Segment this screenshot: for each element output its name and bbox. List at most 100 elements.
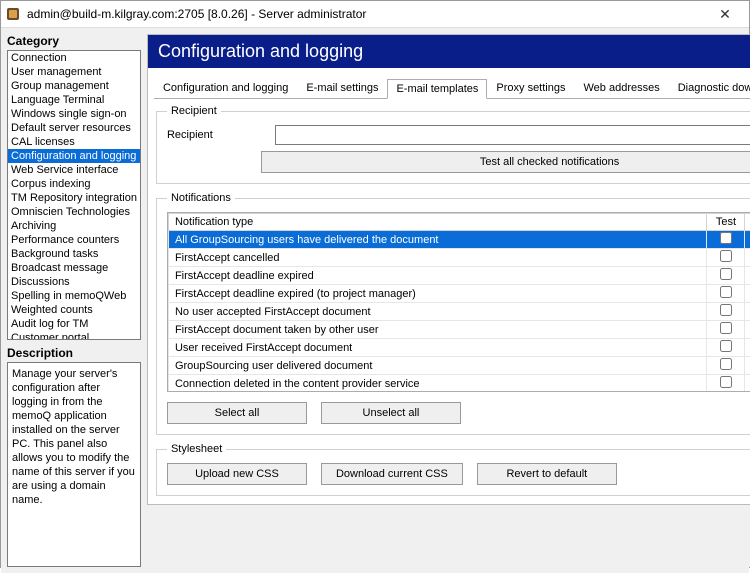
bottom-bar-save: Save	[147, 505, 750, 539]
table-row[interactable]: No user accepted FirstAccept documentEdi…	[168, 303, 750, 321]
select-all-button[interactable]: Select all	[167, 402, 307, 424]
tab-proxy-settings[interactable]: Proxy settings	[487, 78, 574, 98]
notification-test-checkbox[interactable]	[720, 376, 732, 388]
notification-name: Connection deleted in the content provid…	[168, 375, 707, 392]
category-item[interactable]: TM Repository integration	[8, 191, 140, 205]
description-group: Description Manage your server's configu…	[7, 346, 141, 567]
category-list[interactable]: ConnectionUser managementGroup managemen…	[7, 50, 141, 340]
notification-name: GroupSourcing user delivered document	[168, 357, 707, 375]
body: Category ConnectionUser managementGroup …	[1, 28, 749, 573]
category-item[interactable]: Corpus indexing	[8, 177, 140, 191]
tab-web-addresses[interactable]: Web addresses	[574, 78, 668, 98]
notification-test-checkbox[interactable]	[720, 304, 732, 316]
category-group: Category ConnectionUser managementGroup …	[7, 34, 141, 340]
notification-test-checkbox-cell	[707, 303, 745, 321]
upload-css-button[interactable]: Upload new CSS	[167, 463, 307, 485]
category-item[interactable]: Archiving	[8, 219, 140, 233]
notification-name: User received FirstAccept document	[168, 339, 707, 357]
table-row[interactable]: FirstAccept cancelledEditTest	[168, 249, 750, 267]
category-item[interactable]: User management	[8, 65, 140, 79]
category-item[interactable]: Discussions	[8, 275, 140, 289]
notification-test-checkbox[interactable]	[720, 232, 732, 244]
tabs: Configuration and loggingE-mail settings…	[154, 78, 750, 99]
tab-e-mail-settings[interactable]: E-mail settings	[297, 78, 387, 98]
tab-diagnostic-downloads[interactable]: Diagnostic downloads	[669, 78, 750, 98]
recipient-input[interactable]	[275, 125, 750, 145]
table-row[interactable]: User received FirstAccept documentEditTe…	[168, 339, 750, 357]
left-column: Category ConnectionUser managementGroup …	[7, 34, 141, 567]
right-inner: Configuration and logging Configuration …	[147, 34, 750, 505]
notification-test-checkbox[interactable]	[720, 250, 732, 262]
close-icon[interactable]: ✕	[705, 1, 745, 27]
download-css-button[interactable]: Download current CSS	[321, 463, 463, 485]
category-label: Category	[7, 34, 141, 48]
notification-name: FirstAccept deadline expired	[168, 267, 707, 285]
category-item[interactable]: Weighted counts	[8, 303, 140, 317]
app-icon	[5, 6, 21, 22]
tabs-wrap: Configuration and loggingE-mail settings…	[154, 78, 750, 99]
notifications-group: Notifications Notification type Test	[156, 192, 750, 435]
category-item[interactable]: Web Service interface	[8, 163, 140, 177]
notifications-table-wrap: Notification type Test All GroupSourcing…	[167, 212, 750, 392]
notifications-legend: Notifications	[167, 192, 235, 204]
category-item[interactable]: Connection	[8, 51, 140, 65]
notification-test-checkbox[interactable]	[720, 286, 732, 298]
notification-test-checkbox-cell	[707, 267, 745, 285]
category-item[interactable]: CAL licenses	[8, 135, 140, 149]
recipient-legend: Recipient	[167, 105, 221, 117]
notification-test-checkbox[interactable]	[720, 268, 732, 280]
notification-test-checkbox-cell	[707, 357, 745, 375]
stylesheet-legend: Stylesheet	[167, 443, 226, 455]
category-item[interactable]: Language Terminal	[8, 93, 140, 107]
recipient-label: Recipient	[167, 129, 267, 141]
category-item[interactable]: Customer portal	[8, 331, 140, 340]
category-item[interactable]: Default server resources	[8, 121, 140, 135]
notification-test-checkbox[interactable]	[720, 322, 732, 334]
notification-name: FirstAccept document taken by other user	[168, 321, 707, 339]
table-row[interactable]: Connection deleted in the content provid…	[168, 375, 750, 392]
notifications-table: Notification type Test All GroupSourcing…	[168, 213, 750, 391]
notification-name: All GroupSourcing users have delivered t…	[168, 231, 707, 249]
description-text: Manage your server's configuration after…	[7, 362, 141, 567]
category-item[interactable]: Broadcast message	[8, 261, 140, 275]
notification-name: FirstAccept cancelled	[168, 249, 707, 267]
col-header-type[interactable]: Notification type	[168, 214, 707, 231]
category-item[interactable]: Spelling in memoQWeb	[8, 289, 140, 303]
right-column: Configuration and logging Configuration …	[147, 34, 750, 567]
recipient-group: Recipient Recipient Test all checked not…	[156, 105, 750, 184]
tab-configuration-and-logging[interactable]: Configuration and logging	[154, 78, 297, 98]
notification-test-checkbox[interactable]	[720, 340, 732, 352]
window-title: admin@build-m.kilgray.com:2705 [8.0.26] …	[27, 7, 705, 21]
table-row[interactable]: FirstAccept deadline expiredEditTest	[168, 267, 750, 285]
test-all-button[interactable]: Test all checked notifications	[261, 151, 750, 173]
bottom-bar-close: Close	[147, 539, 750, 567]
notification-test-checkbox-cell	[707, 285, 745, 303]
notification-name: No user accepted FirstAccept document	[168, 303, 707, 321]
category-item[interactable]: Windows single sign-on	[8, 107, 140, 121]
col-header-test[interactable]: Test	[707, 214, 745, 231]
table-row[interactable]: FirstAccept deadline expired (to project…	[168, 285, 750, 303]
unselect-all-button[interactable]: Unselect all	[321, 402, 461, 424]
tab-e-mail-templates[interactable]: E-mail templates	[387, 79, 487, 99]
notification-test-checkbox-cell	[707, 339, 745, 357]
notification-test-checkbox[interactable]	[720, 358, 732, 370]
notification-name: FirstAccept deadline expired (to project…	[168, 285, 707, 303]
titlebar: admin@build-m.kilgray.com:2705 [8.0.26] …	[1, 1, 749, 28]
category-item[interactable]: Background tasks	[8, 247, 140, 261]
revert-css-button[interactable]: Revert to default	[477, 463, 617, 485]
col-header-edit	[745, 214, 750, 231]
window: admin@build-m.kilgray.com:2705 [8.0.26] …	[0, 0, 750, 568]
category-item[interactable]: Audit log for TM	[8, 317, 140, 331]
notification-test-checkbox-cell	[707, 231, 745, 249]
notification-test-checkbox-cell	[707, 375, 745, 392]
category-item[interactable]: Group management	[8, 79, 140, 93]
page-title: Configuration and logging	[148, 35, 750, 68]
description-label: Description	[7, 346, 141, 360]
category-item[interactable]: Configuration and logging	[8, 149, 140, 163]
table-row[interactable]: All GroupSourcing users have delivered t…	[168, 231, 750, 249]
category-item[interactable]: Performance counters	[8, 233, 140, 247]
notification-test-checkbox-cell	[707, 249, 745, 267]
table-row[interactable]: FirstAccept document taken by other user…	[168, 321, 750, 339]
table-row[interactable]: GroupSourcing user delivered documentEdi…	[168, 357, 750, 375]
category-item[interactable]: Omniscien Technologies	[8, 205, 140, 219]
